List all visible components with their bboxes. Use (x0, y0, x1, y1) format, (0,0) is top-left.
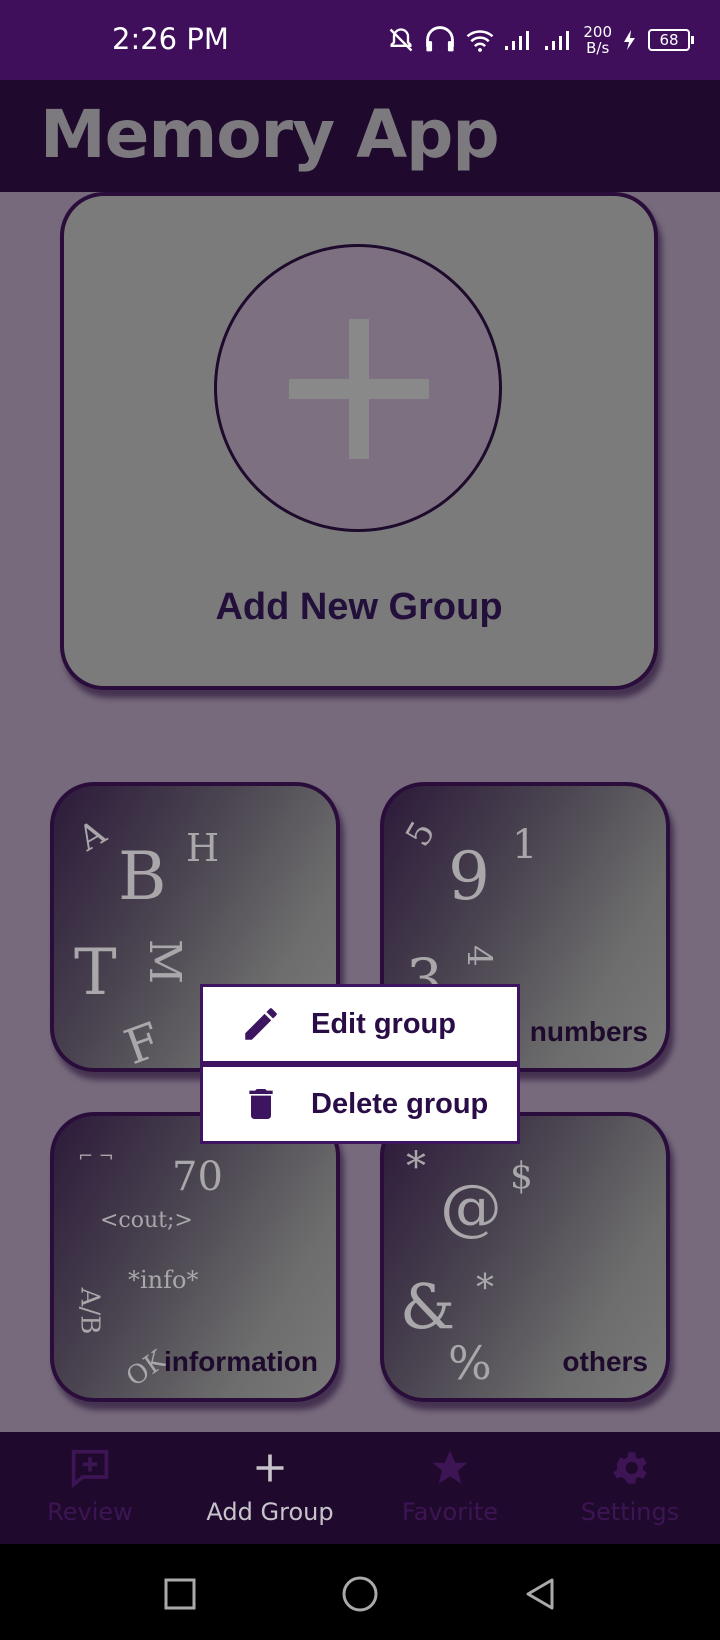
deco-char: <cout;> (100, 1208, 193, 1233)
status-time: 2:26 PM (112, 22, 229, 56)
status-icons: 200 B/s 68 (387, 20, 694, 60)
app-bar: Memory App (0, 80, 720, 192)
status-bar: 2:26 PM 200 B/s 68 (0, 0, 720, 80)
nav-add-group[interactable]: Add Group (180, 1446, 360, 1526)
deco-char: A/B (74, 1287, 105, 1335)
deco-char: 1 (512, 822, 538, 868)
deco-char: B (118, 838, 167, 915)
deco-char: 70 (172, 1154, 223, 1200)
edit-group-menu-item[interactable]: Edit group (200, 984, 520, 1064)
deco-char: F (117, 1011, 168, 1072)
group-card-information[interactable]: ⌐ ¬ 70 <cout;> *info* A/B OK information (50, 1112, 340, 1402)
group-label-numbers: numbers (529, 1016, 648, 1047)
wifi-icon (467, 30, 494, 52)
plus-icon (349, 319, 369, 459)
nav-review-label: Review (47, 1498, 133, 1526)
bell-off-icon (390, 28, 413, 52)
add-circle (214, 244, 502, 532)
delete-group-menu-item[interactable]: Delete group (200, 1064, 520, 1144)
deco-char: H (186, 826, 220, 870)
pencil-icon (239, 1002, 283, 1046)
deco-char: 4 (458, 945, 499, 967)
speed-value: 200 (583, 23, 612, 41)
review-icon (0, 1446, 180, 1490)
deco-char: *info* (128, 1266, 199, 1294)
app-title: Memory App (40, 96, 500, 173)
back-button[interactable] (520, 1574, 560, 1614)
deco-char: * (476, 1268, 494, 1309)
nav-settings-label: Settings (580, 1498, 680, 1526)
deco-char: & (400, 1270, 456, 1343)
home-button[interactable] (338, 1574, 382, 1614)
trash-icon (239, 1082, 283, 1126)
add-new-group-card[interactable]: Add New Group (60, 192, 658, 690)
nav-add-group-label: Add Group (206, 1498, 334, 1526)
signal-icon-2 (545, 31, 570, 50)
gear-icon (540, 1446, 720, 1490)
deco-char: 9 (448, 838, 490, 915)
deco-char: A (71, 812, 113, 860)
charging-icon (624, 30, 635, 50)
group-label-information: information (164, 1346, 318, 1377)
recents-button[interactable] (160, 1574, 200, 1614)
star-icon (360, 1446, 540, 1490)
plus-icon (180, 1446, 360, 1490)
bottom-nav: Review Add Group Favorite Settings (0, 1432, 720, 1544)
delete-group-label: Delete group (311, 1087, 489, 1120)
headphones-icon (426, 26, 455, 52)
group-label-others: others (562, 1346, 648, 1377)
deco-char: * (406, 1144, 426, 1190)
deco-char: M (139, 938, 191, 985)
deco-char: $ (510, 1156, 533, 1197)
deco-char: ⌐ ¬ (78, 1146, 114, 1167)
system-nav-bar (0, 1544, 720, 1640)
nav-settings[interactable]: Settings (540, 1446, 720, 1526)
speed-unit: B/s (586, 39, 610, 57)
nav-review[interactable]: Review (0, 1446, 180, 1526)
deco-char: @ (440, 1170, 502, 1243)
group-card-others[interactable]: * @ $ & * % others (380, 1112, 670, 1402)
nav-favorite[interactable]: Favorite (360, 1446, 540, 1526)
deco-char: 5 (398, 814, 444, 854)
deco-char: T (74, 936, 117, 1010)
add-new-group-label: Add New Group (215, 586, 503, 628)
signal-icon (505, 31, 530, 50)
deco-char: % (448, 1336, 492, 1390)
edit-group-label: Edit group (311, 1007, 456, 1040)
nav-favorite-label: Favorite (402, 1498, 498, 1526)
battery-indicator: 68 (648, 29, 694, 51)
network-speed: 200 B/s (583, 24, 612, 56)
